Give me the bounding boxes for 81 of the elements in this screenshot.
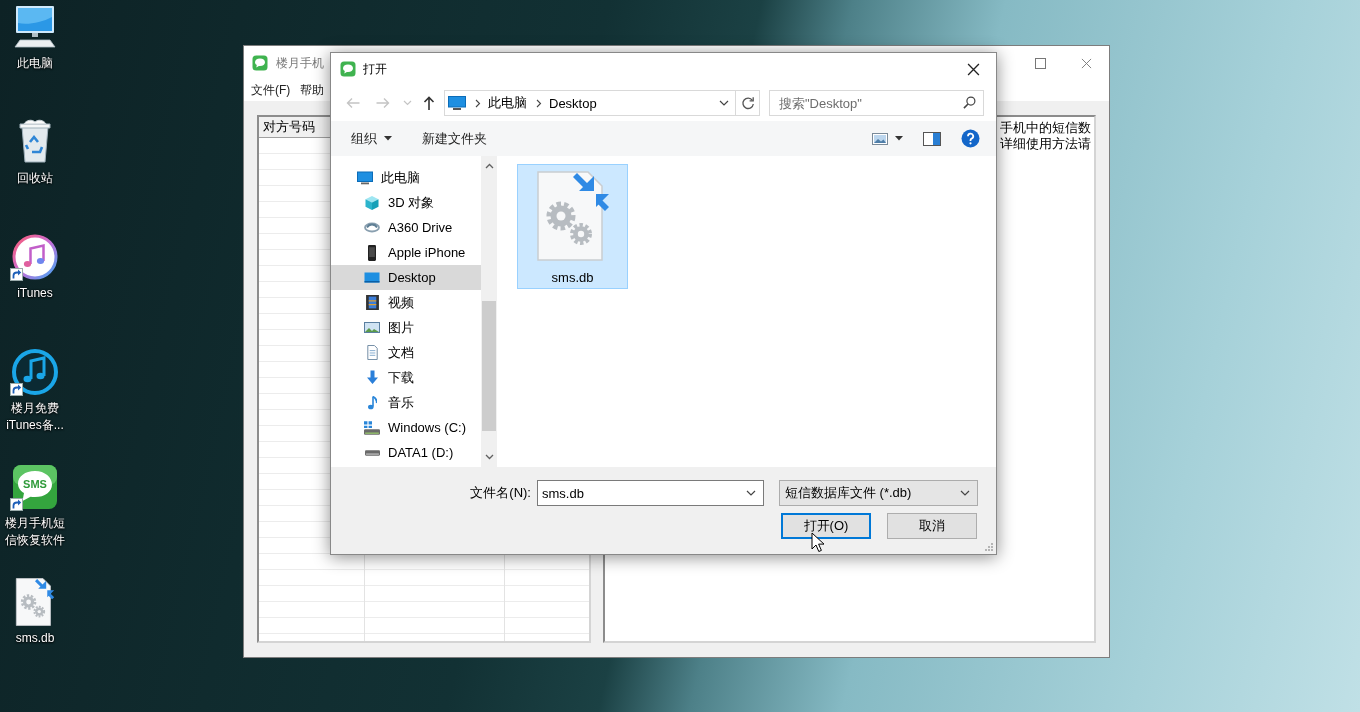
nav-item[interactable]: 下载 <box>331 365 481 390</box>
film-icon <box>365 295 379 310</box>
nav-item[interactable]: 3D 对象 <box>331 190 481 215</box>
search-field[interactable]: 搜索"Desktop" <box>769 90 984 116</box>
computer-icon <box>11 3 59 51</box>
cancel-button[interactable]: 取消 <box>887 513 977 539</box>
recycle-bin-shortcut[interactable]: 回收站 <box>0 118 70 187</box>
menu-item[interactable]: 帮助 <box>300 82 325 99</box>
computer-shortcut[interactable]: 此电脑 <box>0 3 70 72</box>
picture-icon <box>364 322 380 333</box>
breadcrumb-item[interactable]: Desktop <box>549 95 597 111</box>
nav-item[interactable]: A360 Drive <box>331 215 481 240</box>
nav-item[interactable]: 图片 <box>331 315 481 340</box>
gear-file-icon <box>536 171 609 261</box>
close-icon <box>966 62 980 76</box>
mouse-pointer-icon <box>811 532 825 553</box>
right-arrow-icon <box>375 95 391 111</box>
help-icon <box>961 129 980 148</box>
music-note-circle-icon <box>11 348 59 396</box>
caret-icon <box>384 136 392 141</box>
chevron-down-icon[interactable] <box>484 454 494 460</box>
chevron-down-icon <box>960 490 970 496</box>
down-arrow-icon <box>366 370 378 385</box>
screen-icon <box>364 272 380 283</box>
refresh-icon <box>740 96 755 110</box>
chat-bubble-icon <box>252 55 268 71</box>
window-title: 楼月手机 <box>276 54 324 72</box>
nav-item[interactable]: 文档 <box>331 340 481 365</box>
phone-icon <box>368 244 376 261</box>
monitor-icon <box>448 96 466 110</box>
document-icon <box>366 345 378 360</box>
split-panel-icon <box>923 131 941 146</box>
maximize-icon <box>1034 57 1046 69</box>
breadcrumb-item[interactable]: 此电脑 <box>488 94 527 112</box>
nav-item[interactable]: 音乐 <box>331 390 481 415</box>
close-icon <box>1080 57 1092 69</box>
scrollbar[interactable] <box>481 156 497 467</box>
file-type-dropdown[interactable]: 短信数据库文件 (*.db) <box>779 480 978 506</box>
dialog-title: 打开 <box>363 60 387 78</box>
backup-app-shortcut[interactable]: 楼月免费iTunes备... <box>0 348 70 434</box>
chat-bubble-icon <box>340 61 356 77</box>
chevron-right-icon <box>536 98 542 108</box>
drive-icon <box>364 449 380 456</box>
monitor-icon <box>357 170 373 185</box>
nav-item[interactable]: 此电脑 <box>331 165 481 190</box>
gear-file-icon <box>15 578 55 626</box>
up-arrow-icon <box>421 95 437 111</box>
chevron-down-icon[interactable] <box>746 490 756 496</box>
filename-label: 文件名(N): <box>470 484 531 502</box>
nav-item[interactable]: Windows (C:) <box>331 415 481 440</box>
landscape-image-icon <box>872 132 888 145</box>
search-icon[interactable] <box>963 96 976 109</box>
file-item[interactable]: sms.db <box>517 164 628 289</box>
caret-icon <box>895 136 903 141</box>
menu-item[interactable]: 文件(F) <box>251 82 291 99</box>
cube-icon <box>364 195 380 210</box>
ring-icon <box>364 222 380 233</box>
nav-item[interactable]: DATA1 (D:) <box>331 440 481 465</box>
open-button[interactable]: 打开(O) <box>781 513 871 539</box>
info-text: 手机中的短信数 <box>1000 120 1091 136</box>
drive-icon <box>364 420 380 435</box>
music-note-icon <box>367 395 377 410</box>
logo-text: SMS <box>23 478 47 490</box>
music-app-shortcut[interactable]: iTunes <box>0 233 70 302</box>
left-arrow-icon <box>345 95 361 111</box>
info-text: 详细使用方法请 <box>1000 136 1091 152</box>
filename-field[interactable]: sms.db <box>537 480 764 506</box>
address-bar[interactable]: 此电脑 Desktop <box>444 90 760 116</box>
music-app-icon <box>11 233 59 281</box>
database-file[interactable]: sms.db <box>0 578 70 647</box>
nav-item[interactable]: Desktop <box>331 265 481 290</box>
nav-item[interactable]: Apple iPhone <box>331 240 481 265</box>
resize-grip-icon[interactable] <box>985 543 993 551</box>
chevron-up-icon[interactable] <box>484 163 494 169</box>
sms-app-shortcut[interactable]: SMS 楼月手机短信恢复软件 <box>0 463 70 549</box>
chevron-down-icon <box>719 100 729 106</box>
chevron-down-icon <box>402 100 412 106</box>
chevron-right-icon <box>475 98 481 108</box>
scrollbar-thumb[interactable] <box>482 301 496 431</box>
new-folder-button[interactable]: 新建文件夹 <box>414 124 495 153</box>
nav-item[interactable]: 视频 <box>331 290 481 315</box>
